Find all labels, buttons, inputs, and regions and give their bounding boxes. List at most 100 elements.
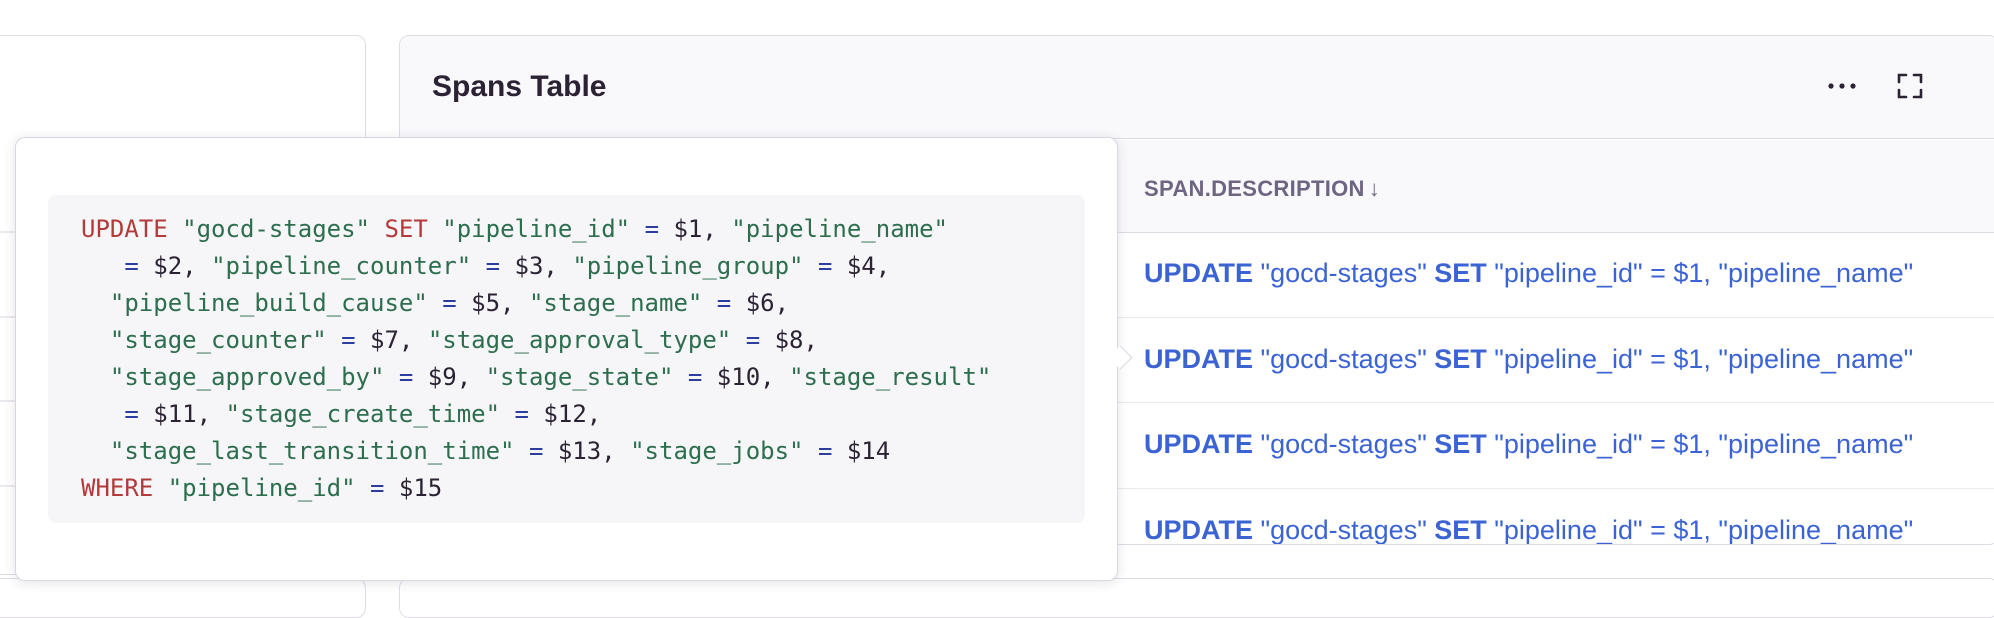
sort-arrow-down-icon: ↓	[1368, 176, 1381, 201]
sql-keyword: WHERE	[81, 474, 154, 502]
sql-string: "stage_result"	[789, 363, 992, 391]
sql-plain	[327, 326, 341, 354]
sql-operator: =	[398, 363, 414, 391]
sql-plain	[168, 215, 182, 243]
sql-keyword: UPDATE	[1144, 343, 1254, 374]
widget-title: Spans Table	[432, 70, 607, 103]
sql-plain	[500, 400, 514, 428]
sql-plain	[356, 474, 370, 502]
sql-text: "gocd-stages"	[1253, 514, 1435, 545]
sql-keyword: SET	[1434, 343, 1487, 374]
sql-text: "gocd-stages"	[1253, 343, 1435, 374]
sql-plain	[81, 363, 110, 391]
sql-plain	[731, 326, 745, 354]
sql-string: "gocd-stages"	[182, 215, 370, 243]
sql-plain	[81, 400, 124, 428]
code-line: "stage_last_transition_time" = $13, "sta…	[81, 437, 890, 465]
left-widget-panel-next	[0, 578, 366, 618]
sql-plain: $4,	[832, 252, 891, 280]
sql-plain	[81, 252, 124, 280]
more-options-button[interactable]	[1822, 66, 1862, 106]
span-description-link[interactable]: UPDATE "gocd-stages" SET "pipeline_id" =…	[1144, 429, 1913, 460]
sql-text: "pipeline_id" = $1, "pipeline_name"	[1486, 343, 1914, 374]
span-description-link[interactable]: UPDATE "gocd-stages" SET "pipeline_id" =…	[1144, 514, 1914, 545]
sql-plain	[673, 363, 687, 391]
sql-keyword: SET	[1434, 258, 1487, 288]
sql-code-block: UPDATE "gocd-stages" SET "pipeline_id" =…	[48, 195, 1085, 523]
sql-keyword: UPDATE	[1144, 429, 1254, 459]
sql-plain: $6,	[731, 289, 790, 317]
sql-plain	[702, 289, 716, 317]
sql-operator: =	[716, 289, 732, 317]
sql-plain	[428, 215, 442, 243]
sql-string: "stage_approval_type"	[427, 326, 732, 354]
sql-plain	[803, 437, 817, 465]
sql-text: "pipeline_id" = $1, "pipeline_name"	[1486, 514, 1914, 545]
sql-operator: =	[370, 474, 385, 502]
code-line: "stage_counter" = $7, "stage_approval_ty…	[81, 326, 818, 354]
sql-plain: $3,	[500, 252, 573, 280]
sql-operator: =	[341, 326, 356, 354]
sql-plain: $12,	[528, 400, 602, 428]
widget-header: Spans Table	[400, 36, 1994, 139]
span-description-link[interactable]: UPDATE "gocd-stages" SET "pipeline_id" =…	[1144, 258, 1913, 289]
fullscreen-button[interactable]	[1890, 66, 1930, 106]
sql-plain	[630, 215, 644, 243]
sql-string: "stage_approved_by"	[109, 363, 385, 391]
sql-text: "gocd-stages"	[1253, 258, 1435, 288]
sql-plain	[370, 215, 384, 243]
sql-keyword: SET	[384, 215, 428, 243]
sql-operator: =	[124, 252, 139, 280]
sql-string: "pipeline_group"	[572, 252, 804, 280]
right-widget-panel-next	[399, 578, 1994, 618]
code-line: = $11, "stage_create_time" = $12,	[81, 400, 601, 428]
sql-plain	[804, 252, 818, 280]
sql-operator: =	[817, 252, 833, 280]
sql-string: "stage_counter"	[109, 326, 327, 354]
sql-plain: $1,	[659, 215, 732, 243]
sql-plain	[428, 289, 442, 317]
ellipsis-icon	[1828, 83, 1856, 89]
sql-keyword: UPDATE	[81, 215, 168, 243]
sql-plain: $10,	[702, 363, 790, 391]
sql-string: "stage_jobs"	[630, 437, 804, 465]
code-line: "pipeline_build_cause" = $5, "stage_name…	[81, 289, 789, 317]
sql-plain: $15	[384, 474, 443, 502]
sql-string: "stage_last_transition_time"	[109, 437, 515, 465]
sql-text: "gocd-stages"	[1253, 429, 1435, 459]
sql-operator: =	[514, 400, 529, 428]
sql-operator: =	[485, 252, 501, 280]
sql-plain	[81, 437, 110, 465]
sql-plain	[384, 363, 398, 391]
span-description-link[interactable]: UPDATE "gocd-stages" SET "pipeline_id" =…	[1144, 344, 1913, 375]
sql-plain: $2,	[138, 252, 212, 280]
sql-operator: =	[124, 400, 139, 428]
sql-plain	[471, 252, 485, 280]
sql-text: "pipeline_id" = $1, "pipeline_name"	[1486, 258, 1914, 288]
sql-plain	[81, 326, 110, 354]
sql-keyword: SET	[1434, 429, 1487, 459]
sql-string: "stage_name"	[528, 289, 703, 317]
code-line: = $2, "pipeline_counter" = $3, "pipeline…	[81, 252, 890, 280]
sql-plain: $11,	[138, 400, 226, 428]
sql-keyword: UPDATE	[1144, 514, 1254, 545]
sql-plain: $9,	[413, 363, 486, 391]
sql-operator: =	[442, 289, 457, 317]
sql-string: "stage_create_time"	[225, 400, 501, 428]
sql-plain	[153, 474, 167, 502]
sql-plain: $13,	[543, 437, 631, 465]
code-line: "stage_approved_by" = $9, "stage_state" …	[81, 363, 991, 391]
code-line: WHERE "pipeline_id" = $15	[81, 474, 442, 502]
sql-code: UPDATE "gocd-stages" SET "pipeline_id" =…	[81, 211, 1053, 507]
column-header-span-description[interactable]: SPAN.DESCRIPTION ↓	[1144, 176, 1380, 202]
sql-operator: =	[644, 215, 660, 243]
sql-text: "pipeline_id" = $1, "pipeline_name"	[1486, 429, 1914, 459]
sql-keyword: SET	[1434, 514, 1487, 545]
sql-keyword: UPDATE	[1144, 258, 1254, 288]
fullscreen-icon	[1897, 73, 1923, 99]
sql-plain: $5,	[456, 289, 529, 317]
sql-plain	[514, 437, 528, 465]
column-header-label: SPAN.DESCRIPTION	[1144, 176, 1365, 201]
sql-string: "pipeline_name"	[731, 215, 949, 243]
sql-string: "pipeline_build_cause"	[109, 289, 428, 317]
